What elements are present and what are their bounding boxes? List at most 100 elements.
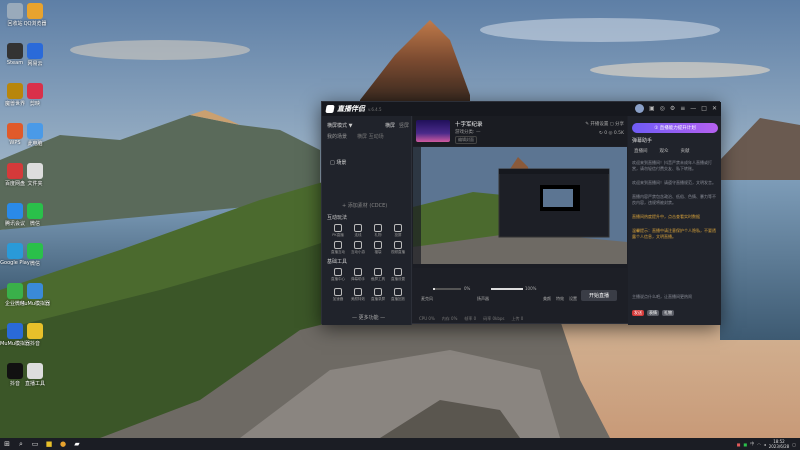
tool-button[interactable]: 福袋 <box>368 241 388 255</box>
edit-cover-button[interactable]: 编辑封面 <box>455 136 477 144</box>
message-icon[interactable]: ▣ <box>649 105 655 112</box>
tab-landscape[interactable]: 横屏 <box>385 122 395 129</box>
user-avatar[interactable] <box>634 104 644 113</box>
live-app-taskbar-icon[interactable]: ▰ <box>70 439 84 449</box>
desktop-icon[interactable]: 此电脑 <box>20 123 50 147</box>
tray-app-icon[interactable]: ■ <box>737 442 741 447</box>
system-message: 直播内容严禁包含政治、低俗、色情、暴力等不良内容，违规将被封禁。 <box>632 194 716 205</box>
tab-portrait[interactable]: 竖屏 <box>399 122 409 129</box>
desktop-icon[interactable]: MuMu模拟器 <box>20 283 50 307</box>
menu-icon[interactable]: ≡ <box>680 105 685 112</box>
close-icon[interactable]: ✕ <box>712 105 717 112</box>
tool-button[interactable]: 截屏工具 <box>368 268 388 282</box>
desktop-icon[interactable]: 微信 <box>20 203 50 227</box>
desktop-icon-label: 文件夹 <box>27 181 43 187</box>
tab-live-room[interactable]: 直播间 <box>634 148 648 154</box>
stream-header: 十字军纪录 游戏分类: — 编辑封面 ✎ 开播设置 ◻ 分享 ↻ 0 ◎ 0.5… <box>413 116 627 146</box>
tool-button[interactable]: PK直播 <box>328 224 348 238</box>
file-explorer-icon[interactable]: ■ <box>42 439 56 449</box>
desktop-icon[interactable]: 文件夹 <box>20 163 50 187</box>
tool-button[interactable]: 直播回放 <box>388 288 408 302</box>
desktop-icon[interactable]: 剪映 <box>20 83 50 107</box>
task-view-icon[interactable]: ▭ <box>28 439 42 449</box>
desktop-icon-label: 微信 <box>29 221 40 227</box>
desktop-icon-label: 抖音 <box>9 381 20 387</box>
desktop-icon[interactable]: 直播工具 <box>20 363 50 387</box>
tool-icon <box>394 224 402 232</box>
tool-button[interactable]: 直播录屏 <box>368 288 388 302</box>
tool-button[interactable]: 直播中心 <box>328 268 348 282</box>
tool-label: 连线 <box>354 233 362 237</box>
tool-button[interactable]: 直播设置 <box>388 268 408 282</box>
mic-volume-slider[interactable] <box>433 288 461 290</box>
tool-button[interactable]: 投屏 <box>388 224 408 238</box>
speaker-volume-slider[interactable] <box>491 288 523 290</box>
scene-tabs[interactable]: 横屏 互动场 <box>357 133 384 140</box>
start-live-button[interactable]: 开始直播 <box>581 290 617 301</box>
ime-icon[interactable]: 中 <box>750 441 754 447</box>
desktop-icon[interactable]: 抖音 <box>20 323 50 347</box>
send-chip[interactable]: 发送 <box>632 310 644 316</box>
tool-button[interactable]: 美颜特效 <box>348 288 368 302</box>
emulator-icon <box>27 283 43 299</box>
basic-tools-label: 基础工具 <box>327 259 348 265</box>
mode-selector[interactable]: 横屏模式 ▼ <box>327 122 352 129</box>
interact-label: 互动玩法 <box>327 215 348 221</box>
notice-message[interactable]: 直播间热度提升中，点击查看实时数据 <box>632 214 718 220</box>
tool-button[interactable]: 连线 <box>348 224 368 238</box>
desktop-icon[interactable]: 网易云 <box>20 43 50 67</box>
share-settings[interactable]: ✎ 开播设置 ◻ 分享 <box>585 120 624 129</box>
tool-button[interactable]: 加速器 <box>328 288 348 302</box>
stream-preview[interactable] <box>413 147 627 268</box>
settings-icon[interactable]: ⚙ <box>670 105 675 112</box>
browser-taskbar-icon[interactable]: ● <box>56 439 70 449</box>
tab-audience[interactable]: 观众 <box>660 148 669 154</box>
tool-label: 视频直播 <box>391 250 405 254</box>
scene-label: 我的场景 <box>327 134 348 140</box>
tool-icon <box>374 241 382 249</box>
more-tools-link[interactable]: — 更多功能 — <box>352 314 385 321</box>
effects-button[interactable]: 特效 <box>556 296 564 302</box>
chat-icon <box>27 243 43 259</box>
network-icon[interactable]: ◠ <box>757 442 761 447</box>
stream-category[interactable]: 游戏分类: — <box>455 129 480 135</box>
maximize-icon[interactable]: □ <box>701 105 707 112</box>
tool-icon <box>334 241 342 249</box>
tool-label: 福袋 <box>374 250 382 254</box>
desktop-icon-label: 直播工具 <box>24 381 45 387</box>
stream-title[interactable]: 十字军纪录 <box>455 120 483 128</box>
tray-app-icon[interactable]: ■ <box>743 442 747 447</box>
notification-icon[interactable]: ◎ <box>660 105 665 112</box>
stream-header-actions: ✎ 开播设置 ◻ 分享 ↻ 0 ◎ 0.5K <box>585 120 624 138</box>
promo-banner[interactable]: ① 直播能力提升计划 <box>632 123 718 133</box>
search-icon[interactable]: ⌕ <box>14 439 28 449</box>
gift-chip[interactable]: 礼物 <box>662 310 674 316</box>
tool-button[interactable]: 视频直播 <box>388 241 408 255</box>
tool-button[interactable]: 礼物 <box>368 224 388 238</box>
minimize-icon[interactable]: — <box>690 105 696 112</box>
interact-tools-row-1: PK直播 连线 礼物 投屏 <box>328 224 408 238</box>
tool-label: 直播回放 <box>391 297 405 301</box>
tool-button[interactable]: 互动小游 <box>348 241 368 255</box>
emoji-chip[interactable]: 表情 <box>647 310 659 316</box>
tool-label: 直播中心 <box>331 277 345 281</box>
desktop-icon[interactable]: 微信 <box>20 243 50 267</box>
beauty-button[interactable]: 美颜 <box>543 296 551 302</box>
danmaku-header: 弹幕助手 <box>632 138 653 144</box>
tab-contribution[interactable]: 贡献 <box>681 148 690 154</box>
tool-label: 礼物 <box>374 233 382 237</box>
tool-button[interactable]: 直播互动 <box>328 241 348 255</box>
stream-cover-thumbnail[interactable] <box>416 120 450 142</box>
add-source-button[interactable]: + 添加素材 (CDCE) <box>342 202 387 209</box>
settings-button[interactable]: 设置 <box>569 296 577 302</box>
desktop-icon[interactable]: QQ浏览器 <box>20 3 50 27</box>
tool-button[interactable]: 弹幕助手 <box>348 268 368 282</box>
wechat-icon <box>27 203 43 219</box>
chat-input[interactable]: 主播说点什么吧，让直播间更热闹 <box>632 294 718 300</box>
clock[interactable]: 18:52 2023/6/28 <box>769 439 790 449</box>
scene-item[interactable]: □ 场景 <box>330 159 346 166</box>
volume-icon[interactable]: ◂ <box>764 442 766 447</box>
start-menu-icon[interactable]: ⊞ <box>0 439 14 449</box>
status-item: 上传 0 <box>511 315 524 321</box>
notification-center-icon[interactable]: ▢ <box>792 442 796 447</box>
